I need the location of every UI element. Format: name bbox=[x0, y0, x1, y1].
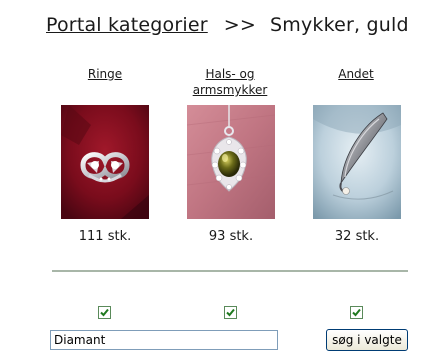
category-andet-label-wrap: Andet bbox=[306, 66, 406, 100]
rings-photo bbox=[61, 105, 149, 219]
category-ringe-link[interactable]: Ringe bbox=[88, 67, 122, 81]
category-andet-count: 32 stk. bbox=[334, 229, 380, 244]
breadcrumb: Portal kategorier >> Smykker, guld bbox=[46, 14, 409, 36]
search-input[interactable] bbox=[50, 330, 278, 350]
pendant-photo bbox=[187, 105, 275, 219]
breadcrumb-portal-kategorier-link[interactable]: Portal kategorier bbox=[46, 14, 208, 36]
category-andet-image[interactable] bbox=[313, 105, 401, 219]
category-hals-count: 93 stk. bbox=[208, 229, 254, 244]
breadcrumb-current: Smykker, guld bbox=[270, 14, 409, 36]
section-divider bbox=[52, 270, 408, 272]
category-hals-label-wrap: Hals- og armsmykker bbox=[180, 66, 280, 100]
category-ringe-image[interactable] bbox=[61, 105, 149, 219]
category-ringe-count: 111 stk. bbox=[78, 229, 132, 244]
category-hals-image[interactable] bbox=[187, 105, 275, 219]
search-selected-button[interactable]: søg i valgte bbox=[326, 329, 408, 351]
category-hals-og-armsmykker-link[interactable]: Hals- og armsmykker bbox=[193, 67, 268, 97]
category-andet-checkbox[interactable] bbox=[350, 306, 363, 319]
brooch-photo bbox=[313, 105, 401, 219]
checkmark-icon bbox=[100, 308, 109, 317]
category-ringe-checkbox[interactable] bbox=[98, 306, 111, 319]
checkmark-icon bbox=[352, 308, 361, 317]
category-andet-link[interactable]: Andet bbox=[338, 67, 374, 81]
category-hals-checkbox[interactable] bbox=[224, 306, 237, 319]
checkmark-icon bbox=[226, 308, 235, 317]
breadcrumb-separator: >> bbox=[223, 14, 257, 36]
category-ringe-label-wrap: Ringe bbox=[55, 66, 155, 100]
